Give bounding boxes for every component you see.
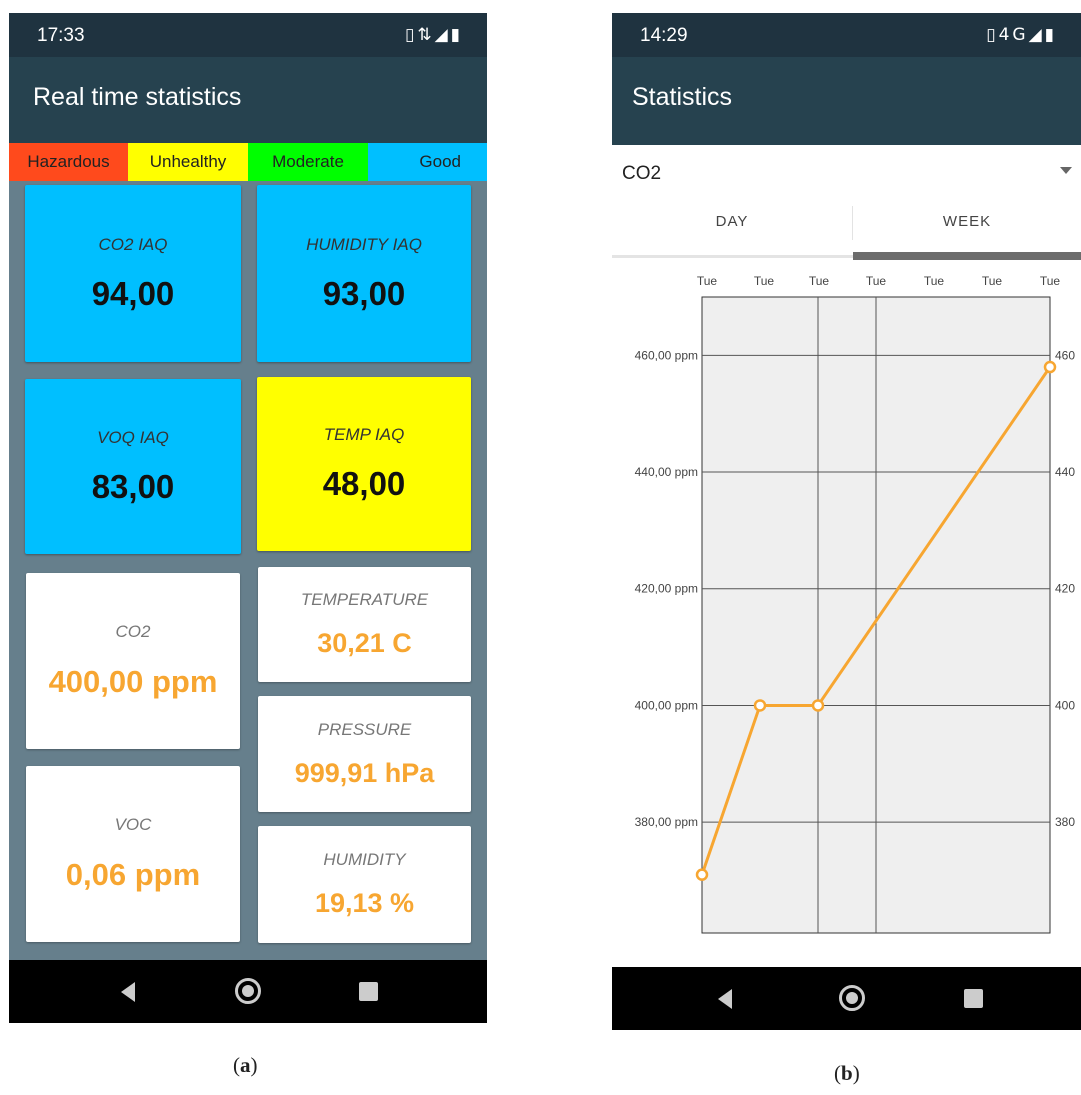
temp-iaq-card: TEMP IAQ 48,00 xyxy=(257,377,471,551)
y-tick-label-left: 460,00 ppm xyxy=(635,348,698,362)
data-point xyxy=(695,868,709,881)
x-tick-label: Tue xyxy=(924,274,945,288)
status-icons: ▯⇅◢▮ xyxy=(405,25,463,45)
voc-label: VOC xyxy=(114,815,152,834)
humidity-iaq-label: HUMIDITY IAQ xyxy=(306,234,422,254)
caption-b-letter: b xyxy=(841,1061,853,1085)
temp-iaq-label: TEMP IAQ xyxy=(323,425,405,444)
voc-card: VOC 0,06 ppm xyxy=(26,766,240,942)
caption-b: (b) xyxy=(834,1061,860,1085)
humidity-value: 19,13 % xyxy=(314,888,415,918)
battery-icon: ▮ xyxy=(450,25,463,45)
co2-label: CO2 xyxy=(115,622,151,641)
signal-icon: ◢ xyxy=(1028,25,1045,45)
legend-moderate: Moderate xyxy=(248,143,368,181)
pressure-card: PRESSURE 999,91 hPa xyxy=(258,696,471,812)
spinner-value: CO2 xyxy=(622,163,662,184)
temperature-label: TEMPERATURE xyxy=(300,590,429,609)
co2-value: 400,00 ppm xyxy=(48,664,218,699)
co2-iaq-value: 94,00 xyxy=(91,274,175,312)
humidity-iaq-card: HUMIDITY IAQ 93,00 xyxy=(257,185,471,362)
co2-card: CO2 400,00 ppm xyxy=(26,573,240,749)
app-bar: Statistics xyxy=(612,57,1081,145)
status-bar: 17:33 ▯⇅◢▮ xyxy=(9,13,487,57)
x-tick-label: Tue xyxy=(697,274,718,288)
x-tick-label: Tue xyxy=(982,274,1003,288)
navigation-bar xyxy=(9,960,487,1023)
legend-hazardous: Hazardous xyxy=(9,143,128,181)
y-tick-label-left: 440,00 ppm xyxy=(635,465,698,479)
y-tick-label-right: 400 xyxy=(1055,698,1075,712)
x-tick-label: Tue xyxy=(809,274,830,288)
x-tick-label: Tue xyxy=(866,274,887,288)
recent-apps-icon[interactable] xyxy=(964,989,983,1008)
vibrate-icon: ▯ xyxy=(404,25,418,45)
network-type: 4G xyxy=(998,25,1029,45)
x-tick-label: Tue xyxy=(1040,274,1061,288)
y-tick-label-right: 460 xyxy=(1055,348,1075,362)
range-tabs: DAY WEEK xyxy=(612,203,1081,263)
temperature-value: 30,21 C xyxy=(317,628,412,658)
y-tick-label-right: 380 xyxy=(1055,815,1075,829)
pressure-value: 999,91 hPa xyxy=(294,757,435,788)
voq-iaq-label: VOQ IAQ xyxy=(97,427,169,447)
tab-day[interactable]: DAY xyxy=(612,203,852,263)
home-icon[interactable] xyxy=(839,985,865,1011)
tab-selected-indicator xyxy=(853,252,1081,260)
status-icons: ▯4G◢▮ xyxy=(986,25,1057,45)
recent-apps-icon[interactable] xyxy=(359,982,378,1001)
voq-iaq-card: VOQ IAQ 83,00 xyxy=(25,379,241,554)
tab-baseline xyxy=(612,255,853,258)
y-tick-label-right: 440 xyxy=(1055,465,1075,479)
humidity-iaq-value: 93,00 xyxy=(322,274,406,312)
data-point xyxy=(753,699,767,712)
caption-a: (a) xyxy=(233,1053,258,1077)
legend-good: Good xyxy=(368,143,487,181)
dropdown-arrow-icon[interactable] xyxy=(1060,167,1072,174)
y-tick-label-left: 420,00 ppm xyxy=(635,582,698,596)
status-time: 14:29 xyxy=(640,25,688,46)
y-tick-label-right: 420 xyxy=(1055,582,1075,596)
screen-a: 17:33 ▯⇅◢▮ Real time statistics Hazardou… xyxy=(9,13,487,1023)
legend-unhealthy: Unhealthy xyxy=(128,143,248,181)
humidity-card: HUMIDITY 19,13 % xyxy=(258,826,471,943)
x-tick-label: Tue xyxy=(754,274,775,288)
co2-iaq-label: CO2 IAQ xyxy=(98,234,168,254)
co2-iaq-card: CO2 IAQ 94,00 xyxy=(25,185,241,362)
vibrate-icon: ▯ xyxy=(986,25,999,45)
app-bar: Real time statistics xyxy=(9,57,487,143)
y-tick-label-left: 400,00 ppm xyxy=(635,698,698,712)
navigation-bar xyxy=(612,967,1081,1030)
voc-value: 0,06 ppm xyxy=(65,857,201,892)
humidity-label: HUMIDITY xyxy=(323,850,406,869)
status-bar: 14:29 ▯4G◢▮ xyxy=(612,13,1081,57)
temp-iaq-value: 48,00 xyxy=(322,465,406,502)
signal-icon: ◢ xyxy=(434,25,451,45)
wifi-icon: ⇅ xyxy=(417,25,435,45)
screen-b: 14:29 ▯4G◢▮ Statistics CO2 DAY WEEK 460,… xyxy=(612,13,1081,1030)
battery-icon: ▮ xyxy=(1044,25,1057,45)
page-title: Real time statistics xyxy=(33,83,242,111)
pressure-label: PRESSURE xyxy=(317,719,412,739)
page-title: Statistics xyxy=(632,83,733,111)
air-quality-legend: Hazardous Unhealthy Moderate Good xyxy=(9,143,487,181)
home-icon[interactable] xyxy=(235,978,261,1004)
back-icon[interactable] xyxy=(121,982,135,1002)
voq-iaq-value: 83,00 xyxy=(91,467,175,505)
back-icon[interactable] xyxy=(718,989,732,1009)
status-time: 17:33 xyxy=(37,25,85,46)
data-point xyxy=(811,699,825,712)
temperature-card: TEMPERATURE 30,21 C xyxy=(258,567,471,682)
data-point xyxy=(1043,360,1057,374)
caption-a-letter: a xyxy=(240,1053,251,1077)
co2-week-chart: 460,00 ppm 460 440,00 ppm 440 420,00 ppm 420 4… xyxy=(635,274,1075,934)
y-tick-label-left: 380,00 ppm xyxy=(635,815,698,829)
